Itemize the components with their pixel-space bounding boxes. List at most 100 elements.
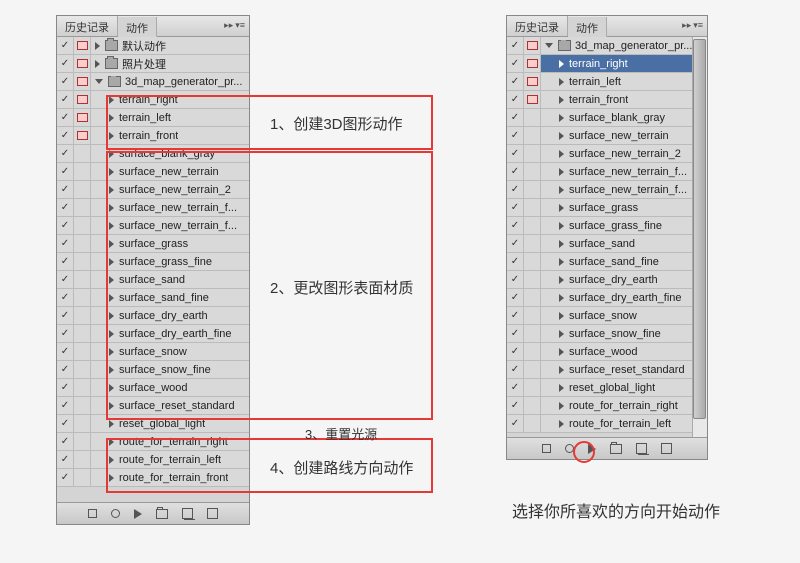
toggle-checkbox[interactable]: ✓: [57, 433, 74, 450]
dialog-toggle[interactable]: [524, 253, 541, 270]
expand-icon[interactable]: [559, 366, 564, 374]
scrollbar[interactable]: [692, 37, 707, 437]
toggle-checkbox[interactable]: ✓: [507, 145, 524, 162]
panel-menu[interactable]: ▸▸▾≡: [224, 20, 245, 31]
toggle-checkbox[interactable]: ✓: [57, 217, 74, 234]
stop-button[interactable]: [542, 444, 551, 453]
toggle-checkbox[interactable]: ✓: [507, 163, 524, 180]
action-row[interactable]: ✓route_for_terrain_left: [507, 415, 707, 433]
action-row[interactable]: ✓surface_snow_fine: [57, 361, 249, 379]
toggle-checkbox[interactable]: ✓: [57, 55, 74, 72]
action-row[interactable]: ✓surface_grass_fine: [507, 217, 707, 235]
toggle-checkbox[interactable]: ✓: [507, 235, 524, 252]
dialog-toggle[interactable]: [74, 235, 91, 252]
expand-icon[interactable]: [109, 348, 114, 356]
toggle-checkbox[interactable]: ✓: [57, 325, 74, 342]
expand-icon[interactable]: [559, 384, 564, 392]
dialog-toggle[interactable]: [524, 109, 541, 126]
dialog-toggle[interactable]: [74, 361, 91, 378]
action-row[interactable]: ✓surface_reset_standard: [57, 397, 249, 415]
dialog-toggle[interactable]: [524, 145, 541, 162]
action-row[interactable]: ✓route_for_terrain_right: [507, 397, 707, 415]
toggle-checkbox[interactable]: ✓: [507, 253, 524, 270]
expand-icon[interactable]: [559, 132, 564, 140]
expand-icon[interactable]: [95, 60, 100, 68]
action-row[interactable]: ✓terrain_left: [507, 73, 707, 91]
expand-icon[interactable]: [559, 150, 564, 158]
action-row[interactable]: ✓route_for_terrain_front: [57, 469, 249, 487]
dialog-toggle[interactable]: [74, 73, 91, 90]
toggle-checkbox[interactable]: ✓: [507, 361, 524, 378]
toggle-checkbox[interactable]: ✓: [507, 127, 524, 144]
toggle-checkbox[interactable]: ✓: [57, 451, 74, 468]
action-row[interactable]: ✓surface_blank_gray: [507, 109, 707, 127]
dialog-toggle[interactable]: [524, 73, 541, 90]
dialog-toggle[interactable]: [524, 55, 541, 72]
expand-icon[interactable]: [545, 43, 553, 48]
toggle-checkbox[interactable]: ✓: [507, 37, 524, 54]
toggle-checkbox[interactable]: ✓: [507, 73, 524, 90]
toggle-checkbox[interactable]: ✓: [57, 127, 74, 144]
toggle-checkbox[interactable]: ✓: [507, 271, 524, 288]
expand-icon[interactable]: [109, 420, 114, 428]
delete-button[interactable]: [661, 443, 672, 454]
dialog-toggle[interactable]: [524, 361, 541, 378]
action-row[interactable]: ✓surface_grass_fine: [57, 253, 249, 271]
action-row[interactable]: ✓terrain_right: [57, 91, 249, 109]
dialog-toggle[interactable]: [524, 379, 541, 396]
expand-icon[interactable]: [109, 456, 114, 464]
expand-icon[interactable]: [109, 276, 114, 284]
dialog-toggle[interactable]: [524, 127, 541, 144]
toggle-checkbox[interactable]: ✓: [507, 91, 524, 108]
dialog-toggle[interactable]: [74, 181, 91, 198]
action-row[interactable]: ✓surface_sand: [507, 235, 707, 253]
action-row[interactable]: ✓surface_new_terrain_2: [57, 181, 249, 199]
dialog-toggle[interactable]: [524, 289, 541, 306]
expand-icon[interactable]: [559, 60, 564, 68]
expand-icon[interactable]: [559, 276, 564, 284]
dialog-toggle[interactable]: [74, 271, 91, 288]
toggle-checkbox[interactable]: ✓: [57, 145, 74, 162]
toggle-checkbox[interactable]: ✓: [507, 415, 524, 432]
toggle-checkbox[interactable]: ✓: [507, 307, 524, 324]
expand-icon[interactable]: [109, 258, 114, 266]
expand-icon[interactable]: [109, 294, 114, 302]
action-row[interactable]: ✓surface_wood: [507, 343, 707, 361]
expand-icon[interactable]: [559, 312, 564, 320]
action-row[interactable]: ✓3d_map_generator_pr...: [507, 37, 707, 55]
action-row[interactable]: ✓surface_sand_fine: [57, 289, 249, 307]
action-row[interactable]: ✓默认动作: [57, 37, 249, 55]
dialog-toggle[interactable]: [74, 91, 91, 108]
expand-icon[interactable]: [559, 258, 564, 266]
dialog-toggle[interactable]: [74, 343, 91, 360]
action-row[interactable]: ✓surface_blank_gray: [57, 145, 249, 163]
expand-icon[interactable]: [559, 222, 564, 230]
toggle-checkbox[interactable]: ✓: [507, 217, 524, 234]
dialog-toggle[interactable]: [74, 325, 91, 342]
expand-icon[interactable]: [109, 204, 114, 212]
action-row[interactable]: ✓surface_reset_standard: [507, 361, 707, 379]
action-row[interactable]: ✓terrain_front: [57, 127, 249, 145]
expand-icon[interactable]: [109, 222, 114, 230]
expand-icon[interactable]: [559, 348, 564, 356]
tab-actions[interactable]: 动作: [118, 17, 157, 37]
dialog-toggle[interactable]: [524, 181, 541, 198]
expand-icon[interactable]: [109, 132, 114, 140]
stop-button[interactable]: [88, 509, 97, 518]
expand-icon[interactable]: [109, 168, 114, 176]
action-row[interactable]: ✓surface_dry_earth_fine: [507, 289, 707, 307]
action-row[interactable]: ✓surface_dry_earth: [57, 307, 249, 325]
tab-history[interactable]: 历史记录: [57, 16, 118, 36]
expand-icon[interactable]: [559, 204, 564, 212]
toggle-checkbox[interactable]: ✓: [57, 73, 74, 90]
dialog-toggle[interactable]: [74, 163, 91, 180]
expand-icon[interactable]: [109, 402, 114, 410]
dialog-toggle[interactable]: [524, 397, 541, 414]
toggle-checkbox[interactable]: ✓: [507, 379, 524, 396]
toggle-checkbox[interactable]: ✓: [57, 181, 74, 198]
action-row[interactable]: ✓surface_new_terrain_2: [507, 145, 707, 163]
dialog-toggle[interactable]: [74, 37, 91, 54]
dialog-toggle[interactable]: [74, 307, 91, 324]
toggle-checkbox[interactable]: ✓: [57, 271, 74, 288]
action-row[interactable]: ✓surface_new_terrain_f...: [507, 181, 707, 199]
